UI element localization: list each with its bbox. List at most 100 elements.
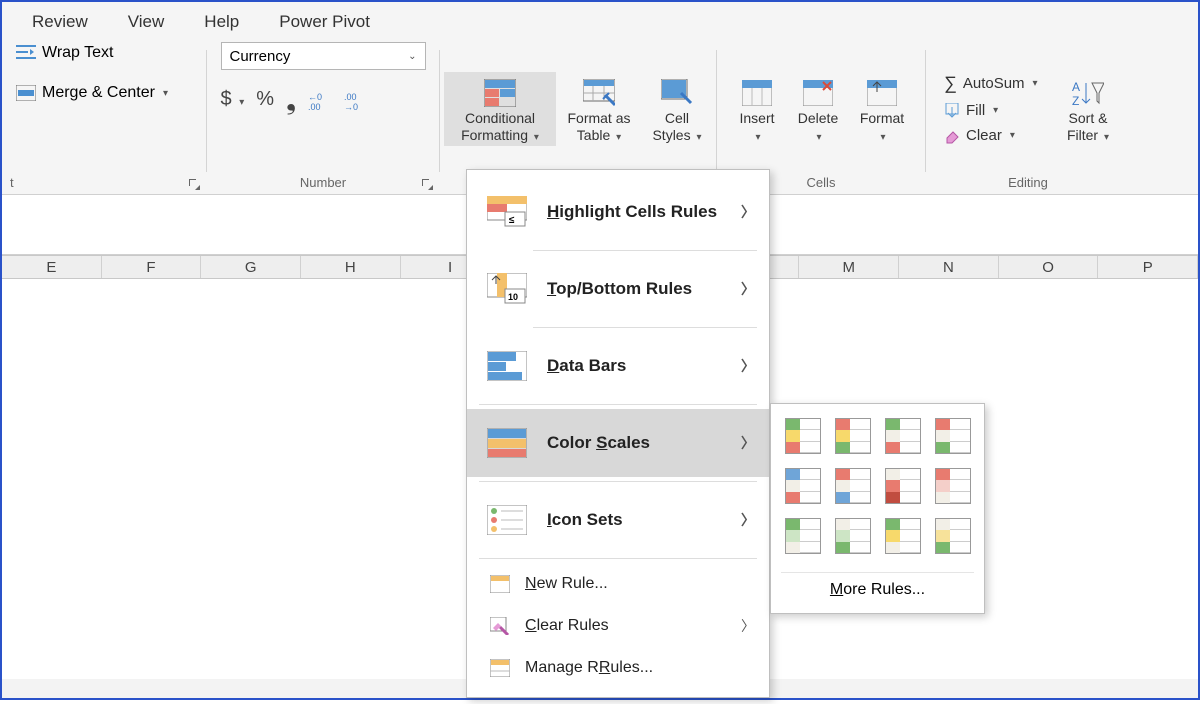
menu-top-bottom-rules[interactable]: 10 Top/Bottom Rules 〉	[467, 255, 769, 323]
color-scale-preset-6[interactable]	[835, 468, 871, 504]
svg-text:→0: →0	[344, 102, 358, 110]
column-header[interactable]: P	[1098, 256, 1198, 278]
svg-text:.00: .00	[344, 92, 357, 102]
sf-label-1: Sort &	[1069, 110, 1108, 126]
percent-format-button[interactable]: %	[256, 88, 274, 111]
color-scale-preset-12[interactable]	[935, 518, 971, 554]
svg-text:←0: ←0	[308, 92, 322, 102]
wrap-text-button[interactable]: Wrap Text	[12, 42, 117, 64]
chevron-down-icon: ▾	[163, 88, 168, 99]
chevron-down-icon: ⌄	[408, 51, 416, 62]
highlight-rules-icon: ≤	[485, 194, 529, 230]
chevron-right-icon: 〉	[741, 433, 755, 453]
column-header[interactable]: G	[201, 256, 301, 278]
svg-text:≤: ≤	[509, 215, 515, 226]
color-scale-preset-2[interactable]	[835, 418, 871, 454]
color-scale-preset-8[interactable]	[935, 468, 971, 504]
number-group-label: Number	[217, 175, 429, 194]
cs-label-1: Cell	[665, 110, 689, 126]
merge-center-label: Merge & Center	[42, 84, 155, 102]
color-scale-preset-3[interactable]	[885, 418, 921, 454]
increase-decimal-button[interactable]: ←0.00	[308, 90, 332, 110]
column-header[interactable]: H	[301, 256, 401, 278]
ribbon-tab-bar: Review View Help Power Pivot	[2, 2, 1198, 38]
conditional-formatting-button[interactable]: ConditionalFormatting ▾	[444, 72, 556, 146]
group-alignment: Wrap Text Merge & Center ▾ t	[2, 42, 202, 194]
menu-icon-sets[interactable]: Icon Sets 〉	[467, 486, 769, 554]
new-rule-icon	[489, 573, 511, 595]
sort-filter-button[interactable]: AZ Sort &Filter ▾	[1056, 72, 1120, 146]
chevron-right-icon: 〉	[741, 510, 755, 530]
clear-rules-icon	[489, 615, 511, 637]
cell-styles-icon	[661, 76, 693, 110]
insert-cells-icon	[742, 76, 772, 110]
color-scale-preset-5[interactable]	[785, 468, 821, 504]
eraser-icon	[944, 128, 960, 144]
cf-label-1: Conditional	[465, 110, 535, 126]
autosum-button[interactable]: ∑ AutoSum ▾	[940, 71, 1052, 96]
wrap-text-icon	[16, 44, 36, 62]
column-header[interactable]: M	[799, 256, 899, 278]
tab-power-pivot[interactable]: Power Pivot	[279, 12, 370, 32]
cs-label-2: Styles	[652, 127, 690, 143]
column-header[interactable]: N	[899, 256, 999, 278]
menu-highlight-cells-rules[interactable]: ≤ Highlight Cells Rules 〉	[467, 178, 769, 246]
menu-clear-rules[interactable]: Clear Rules 〉	[467, 605, 769, 647]
insert-label: Insert	[739, 110, 774, 126]
fill-down-icon	[944, 103, 960, 119]
column-header[interactable]: O	[999, 256, 1099, 278]
color-scale-preset-11[interactable]	[885, 518, 921, 554]
conditional-formatting-menu: ≤ Highlight Cells Rules 〉 10 Top/Bottom …	[466, 169, 770, 698]
color-scale-preset-10[interactable]	[835, 518, 871, 554]
chevron-right-icon: 〉	[741, 202, 755, 222]
menu-new-rule[interactable]: New Rule...	[467, 563, 769, 605]
clear-label: Clear	[966, 127, 1002, 144]
top-bottom-icon: 10	[485, 271, 529, 307]
tab-help[interactable]: Help	[204, 12, 239, 32]
tab-view[interactable]: View	[128, 12, 165, 32]
fill-button[interactable]: Fill ▾	[940, 100, 1052, 121]
merge-center-button[interactable]: Merge & Center ▾	[12, 82, 172, 104]
color-scale-preset-9[interactable]	[785, 518, 821, 554]
color-scales-submenu: More Rules...	[770, 403, 985, 614]
delete-cells-button[interactable]: Delete▾	[787, 72, 849, 146]
cf-label-2: Formatting	[461, 127, 528, 143]
menu-manage-rules[interactable]: Manage RRules...ules...	[467, 647, 769, 689]
conditional-formatting-icon	[484, 76, 516, 110]
data-bars-icon	[485, 348, 529, 384]
alignment-group-hint: t	[8, 175, 196, 194]
format-label: Format	[860, 110, 904, 126]
column-header[interactable]: F	[102, 256, 202, 278]
icon-sets-icon	[485, 502, 529, 538]
number-dialog-launcher[interactable]	[421, 178, 433, 190]
menu-data-bars[interactable]: Data Bars 〉	[467, 332, 769, 400]
insert-cells-button[interactable]: Insert▾	[727, 72, 787, 146]
alignment-dialog-launcher[interactable]	[188, 178, 200, 190]
svg-text:.00: .00	[308, 102, 321, 110]
chevron-right-icon: 〉	[741, 356, 755, 376]
more-color-scale-rules[interactable]: More Rules...	[781, 572, 974, 605]
number-format-select[interactable]: Currency ⌄	[221, 42, 426, 70]
sigma-icon: ∑	[944, 73, 957, 94]
format-cells-button[interactable]: Format▾	[849, 72, 915, 146]
color-scale-preset-7[interactable]	[885, 468, 921, 504]
decrease-decimal-button[interactable]: .00→0	[344, 90, 368, 110]
cell-styles-button[interactable]: CellStyles ▾	[642, 72, 712, 146]
tab-review[interactable]: Review	[32, 12, 88, 32]
fat-label-1: Format as	[567, 110, 630, 126]
comma-format-button[interactable]: ❟	[286, 95, 296, 105]
number-format-value: Currency	[230, 48, 291, 65]
column-header[interactable]: E	[2, 256, 102, 278]
editing-group-label: Editing	[936, 175, 1120, 194]
merge-center-icon	[16, 85, 36, 101]
color-scale-preset-1[interactable]	[785, 418, 821, 454]
delete-cells-icon	[803, 76, 833, 110]
format-cells-icon	[867, 76, 897, 110]
accounting-format-button[interactable]: $ ▾	[221, 88, 245, 111]
format-as-table-button[interactable]: Format asTable ▾	[556, 72, 642, 146]
fill-label: Fill	[966, 102, 985, 119]
clear-button[interactable]: Clear ▾	[940, 125, 1052, 146]
svg-text:A: A	[1072, 80, 1080, 94]
menu-color-scales[interactable]: Color Scales 〉	[467, 409, 769, 477]
color-scale-preset-4[interactable]	[935, 418, 971, 454]
